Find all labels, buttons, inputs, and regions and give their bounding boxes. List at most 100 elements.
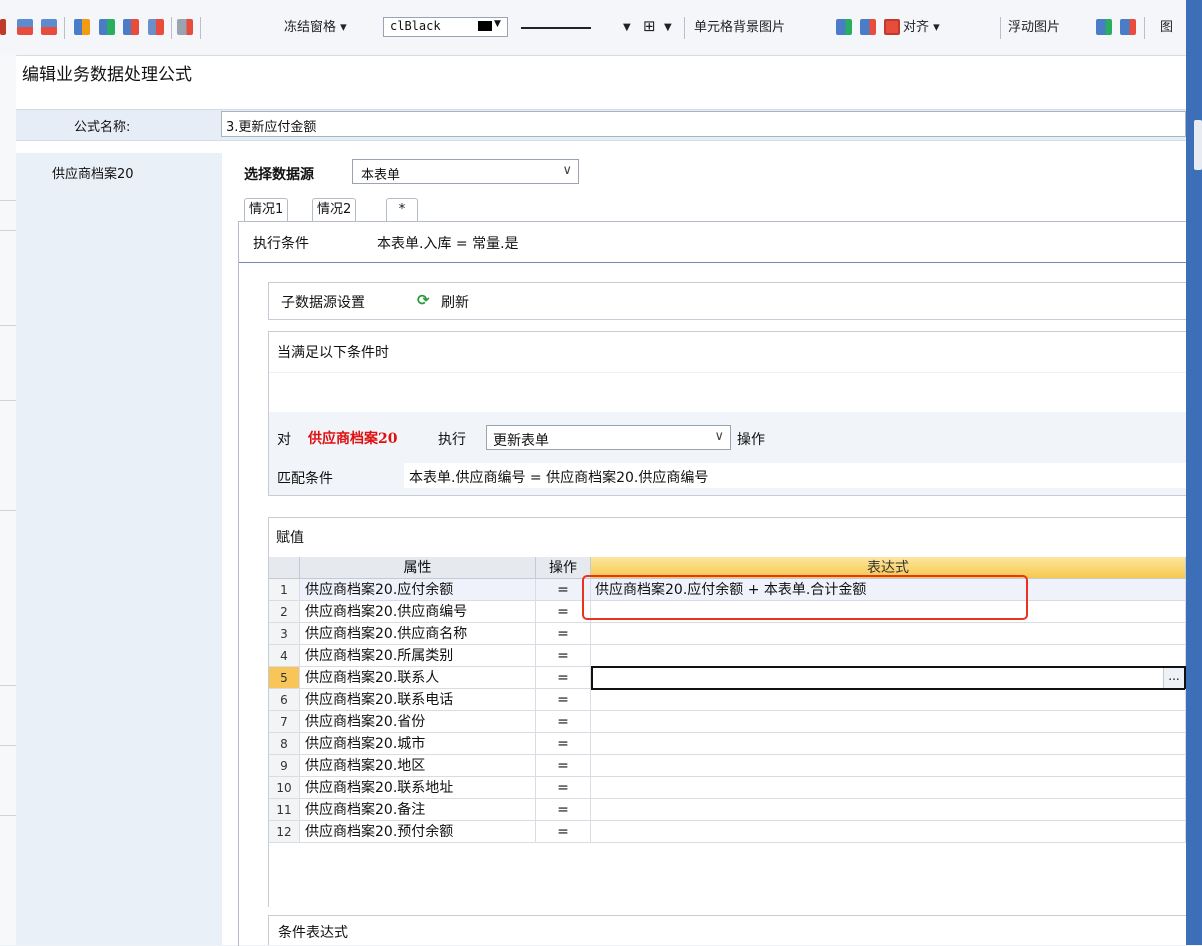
dialog-title: 编辑业务数据处理公式 [22, 65, 192, 85]
execution-condition-value[interactable]: 本表单.入库 = 常量.是 [377, 233, 519, 253]
table-row[interactable]: 4 供应商档案20.所属类别 = [269, 645, 1186, 667]
operation-cell[interactable]: = [536, 623, 591, 645]
toolbar-separator [1144, 17, 1145, 39]
tab-label: * [398, 202, 406, 217]
table-row[interactable]: 11 供应商档案20.备注 = [269, 799, 1186, 821]
conditions-area[interactable] [269, 372, 1186, 413]
refresh-icon[interactable]: ⟳ [417, 291, 430, 309]
column-header-label: 属性 [403, 560, 432, 576]
table-row[interactable]: 6 供应商档案20.联系电话 = [269, 689, 1186, 711]
operation-cell[interactable]: = [536, 645, 591, 667]
delete-row-icon[interactable] [41, 19, 57, 35]
property-cell[interactable]: 供应商档案20.供应商名称 [300, 623, 536, 645]
float-image-button[interactable]: 浮动图片 [1008, 19, 1060, 37]
divider [0, 815, 16, 816]
table-row[interactable]: 3 供应商档案20.供应商名称 = [269, 623, 1186, 645]
property-cell[interactable]: 供应商档案20.供应商编号 [300, 601, 536, 623]
formula-name-value: 3.更新应付金额 [226, 120, 317, 135]
delete-column-icon[interactable] [123, 19, 139, 35]
table-row[interactable]: 9 供应商档案20.地区 = [269, 755, 1186, 777]
chevron-down-icon[interactable]: ▼ [623, 19, 631, 37]
property-cell[interactable]: 供应商档案20.联系电话 [300, 689, 536, 711]
expression-cell[interactable] [591, 689, 1186, 711]
align-icon[interactable] [884, 19, 900, 35]
expression-cell[interactable] [591, 777, 1186, 799]
operation-suffix: 操作 [737, 432, 765, 448]
operation-cell[interactable]: = [536, 755, 591, 777]
operation-cell[interactable]: = [536, 777, 591, 799]
table-row[interactable]: 5 供应商档案20.联系人 = ... [269, 666, 1186, 690]
expression-cell[interactable] [591, 755, 1186, 777]
freeze-panes-button[interactable]: 冻结窗格 ▾ [284, 19, 347, 37]
expression-cell[interactable] [591, 821, 1186, 843]
table-row[interactable]: 7 供应商档案20.省份 = [269, 711, 1186, 733]
formula-name-input[interactable]: 3.更新应付金额 [221, 111, 1186, 137]
datasource-select[interactable]: 本表单 ∨ [352, 159, 579, 184]
toolbar-separator [684, 17, 685, 39]
toolbar-separator [200, 17, 201, 39]
vertical-scrollbar[interactable] [1186, 0, 1202, 945]
side-item-supplier[interactable]: 供应商档案20 [52, 163, 134, 182]
property-cell[interactable]: 供应商档案20.所属类别 [300, 645, 536, 667]
expression-cell[interactable] [591, 645, 1186, 667]
color-select[interactable]: clBlack ▼ [383, 17, 508, 37]
insert-row-icon[interactable] [17, 19, 33, 35]
tab-case-2[interactable]: 情况2 [312, 198, 357, 221]
operation-target: 供应商档案20 [308, 431, 398, 447]
property-cell[interactable]: 供应商档案20.应付余额 [300, 579, 536, 601]
border-grid-icon[interactable]: ⊞ [643, 17, 656, 35]
format-icon[interactable] [177, 19, 193, 35]
operation-select[interactable]: 更新表单 ∨ [486, 425, 731, 450]
split-icon[interactable] [148, 19, 164, 35]
expression-cell[interactable] [591, 733, 1186, 755]
align-button[interactable]: 对齐 ▾ [903, 19, 940, 37]
expression-editor[interactable]: ... [591, 666, 1186, 690]
table-row[interactable]: 12 供应商档案20.预付余额 = [269, 821, 1186, 843]
tab-case-1[interactable]: 情况1 [244, 198, 289, 221]
expression-cell[interactable] [591, 799, 1186, 821]
add-column-icon[interactable] [99, 19, 115, 35]
divider [0, 230, 16, 231]
toolbar-trailing-label[interactable]: 图 [1160, 19, 1173, 37]
match-condition-input[interactable]: 本表单.供应商编号 = 供应商档案20.供应商编号 [404, 463, 1186, 488]
row-number: 5 [269, 667, 300, 689]
operation-cell[interactable]: = [536, 821, 591, 843]
column-header-label: 表达式 [867, 560, 909, 576]
scrollbar-thumb[interactable] [1194, 120, 1202, 170]
row-number: 2 [269, 601, 300, 623]
remove-image-icon[interactable] [860, 19, 876, 35]
datasource-value: 本表单 [361, 168, 401, 183]
operation-cell[interactable]: = [536, 711, 591, 733]
line-style-preview[interactable] [521, 27, 591, 29]
property-cell[interactable]: 供应商档案20.联系人 [300, 667, 536, 689]
tab-add[interactable]: * [386, 198, 418, 221]
operation-cell[interactable]: = [536, 667, 591, 689]
merge-icon[interactable] [74, 19, 90, 35]
column-header-property[interactable]: 属性 [300, 557, 536, 579]
ellipsis-button[interactable]: ... [1163, 668, 1184, 688]
property-cell[interactable]: 供应商档案20.预付余额 [300, 821, 536, 843]
table-row[interactable]: 10 供应商档案20.联系地址 = [269, 777, 1186, 799]
property-cell[interactable]: 供应商档案20.备注 [300, 799, 536, 821]
row-number: 11 [269, 799, 300, 821]
operation-cell[interactable]: = [536, 799, 591, 821]
remove-float-image-icon[interactable] [1120, 19, 1136, 35]
expression-cell[interactable] [591, 623, 1186, 645]
expression-cell[interactable] [591, 711, 1186, 733]
chevron-down-icon: ∨ [562, 163, 572, 178]
property-cell[interactable]: 供应商档案20.地区 [300, 755, 536, 777]
property-cell[interactable]: 供应商档案20.省份 [300, 711, 536, 733]
property-cell[interactable]: 供应商档案20.城市 [300, 733, 536, 755]
chevron-down-icon[interactable]: ▼ [664, 19, 672, 37]
refresh-button[interactable]: 刷新 [441, 292, 469, 312]
operation-cell[interactable]: = [536, 689, 591, 711]
toolbar-icon[interactable] [0, 19, 6, 35]
add-float-image-icon[interactable] [1096, 19, 1112, 35]
table-row[interactable]: 8 供应商档案20.城市 = [269, 733, 1186, 755]
sub-datasource-label: 子数据源设置 [281, 295, 365, 311]
operation-cell[interactable]: = [536, 733, 591, 755]
add-image-icon[interactable] [836, 19, 852, 35]
condition-expression-box [268, 915, 1186, 945]
cell-background-image-button[interactable]: 单元格背景图片 [694, 19, 785, 37]
property-cell[interactable]: 供应商档案20.联系地址 [300, 777, 536, 799]
